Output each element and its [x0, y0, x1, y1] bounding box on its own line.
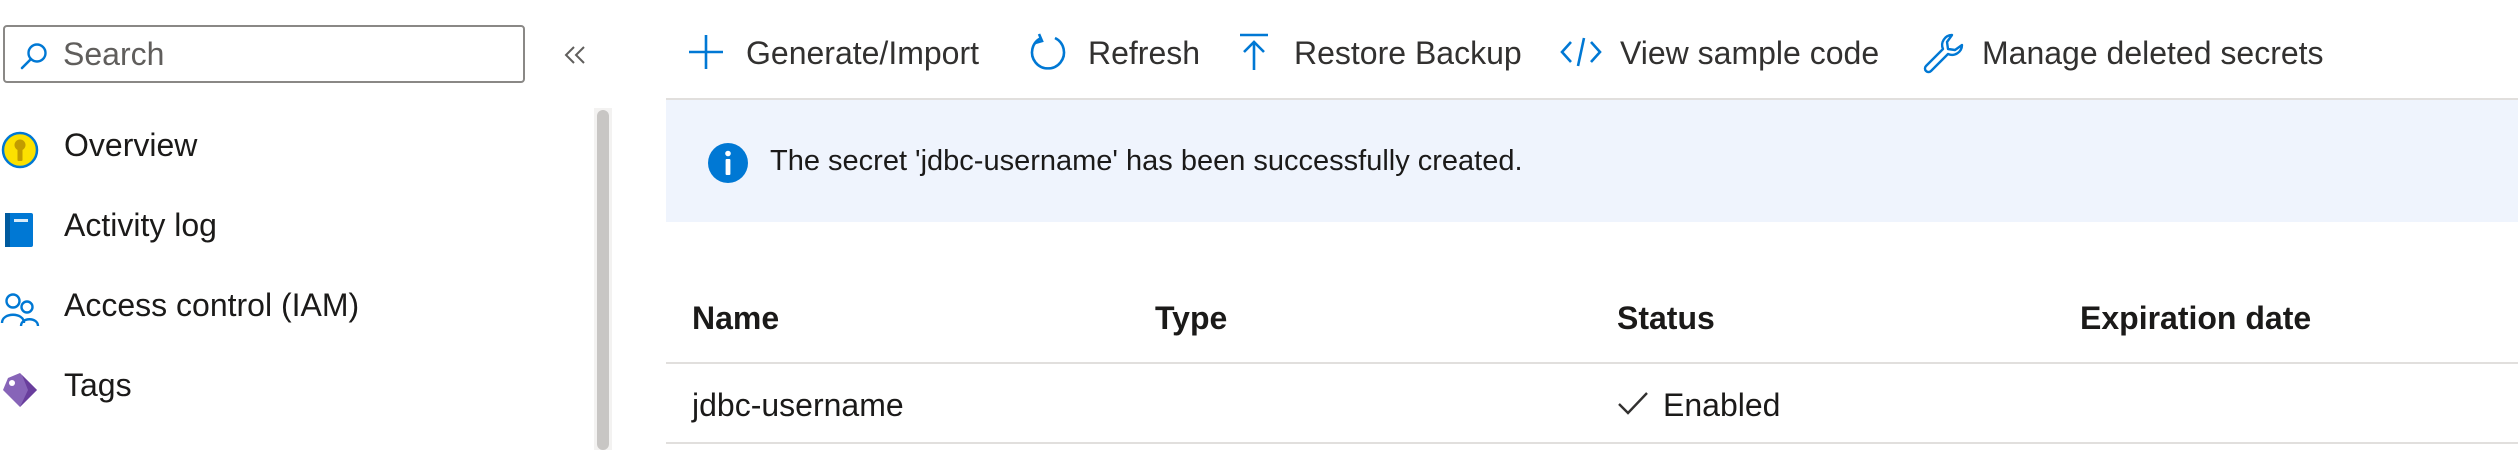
column-header-type[interactable]: Type — [1155, 300, 1227, 337]
restore-backup-label: Restore Backup — [1294, 35, 1522, 71]
secret-name-link[interactable]: jdbc-username — [692, 387, 904, 424]
code-icon — [1560, 37, 1602, 67]
activity-log-icon — [5, 213, 33, 247]
key-vault-overview-icon — [1, 131, 39, 169]
table-row[interactable]: jdbc-username Enabled — [666, 364, 2518, 442]
refresh-button[interactable]: Refresh — [1028, 22, 1208, 90]
notification-banner: The secret 'jdbc-username' has been succ… — [666, 100, 2518, 222]
checkmark-icon — [1618, 392, 1648, 415]
wrench-icon — [1923, 33, 1964, 74]
view-sample-code-button[interactable]: View sample code — [1560, 22, 1890, 90]
refresh-icon — [1030, 33, 1066, 70]
column-header-expiration-date[interactable]: Expiration date — [2080, 300, 2311, 337]
column-header-name[interactable]: Name — [692, 300, 779, 337]
sidebar-scrollbar-thumb[interactable] — [597, 110, 609, 450]
sidebar-item-overview[interactable]: Overview — [0, 112, 580, 182]
sidebar-item-tags[interactable]: Tags — [0, 352, 580, 422]
sidebar-item-access-control[interactable]: Access control (IAM) — [0, 272, 580, 342]
sidebar-item-activity-log[interactable]: Activity log — [0, 192, 580, 262]
view-sample-code-label: View sample code — [1620, 35, 1880, 71]
tag-icon — [3, 373, 37, 407]
double-chevron-left-icon[interactable] — [560, 38, 590, 72]
restore-upload-icon — [1240, 33, 1268, 70]
sidebar-item-label: Activity log — [64, 207, 217, 243]
sidebar-item-label: Overview — [64, 127, 198, 163]
generate-import-button[interactable]: Generate/Import — [686, 22, 1006, 90]
people-icon — [0, 293, 40, 327]
info-icon — [708, 143, 748, 183]
generate-import-label: Generate/Import — [746, 35, 979, 71]
search-icon — [20, 43, 47, 70]
column-header-status[interactable]: Status — [1617, 300, 1715, 337]
banner-message: The secret 'jdbc-username' has been succ… — [770, 145, 1523, 177]
sidebar-item-label: Tags — [64, 367, 132, 403]
table-row-divider — [666, 442, 2518, 444]
sidebar-item-label: Access control (IAM) — [64, 287, 360, 323]
manage-deleted-secrets-button[interactable]: Manage deleted secrets — [1922, 22, 2342, 90]
plus-icon — [689, 35, 723, 69]
search-input[interactable] — [63, 33, 503, 75]
refresh-label: Refresh — [1088, 35, 1201, 71]
restore-backup-button[interactable]: Restore Backup — [1234, 22, 1524, 90]
manage-deleted-secrets-label: Manage deleted secrets — [1982, 35, 2324, 71]
secret-status-cell: Enabled — [1663, 387, 1781, 423]
search-box[interactable] — [3, 25, 525, 83]
